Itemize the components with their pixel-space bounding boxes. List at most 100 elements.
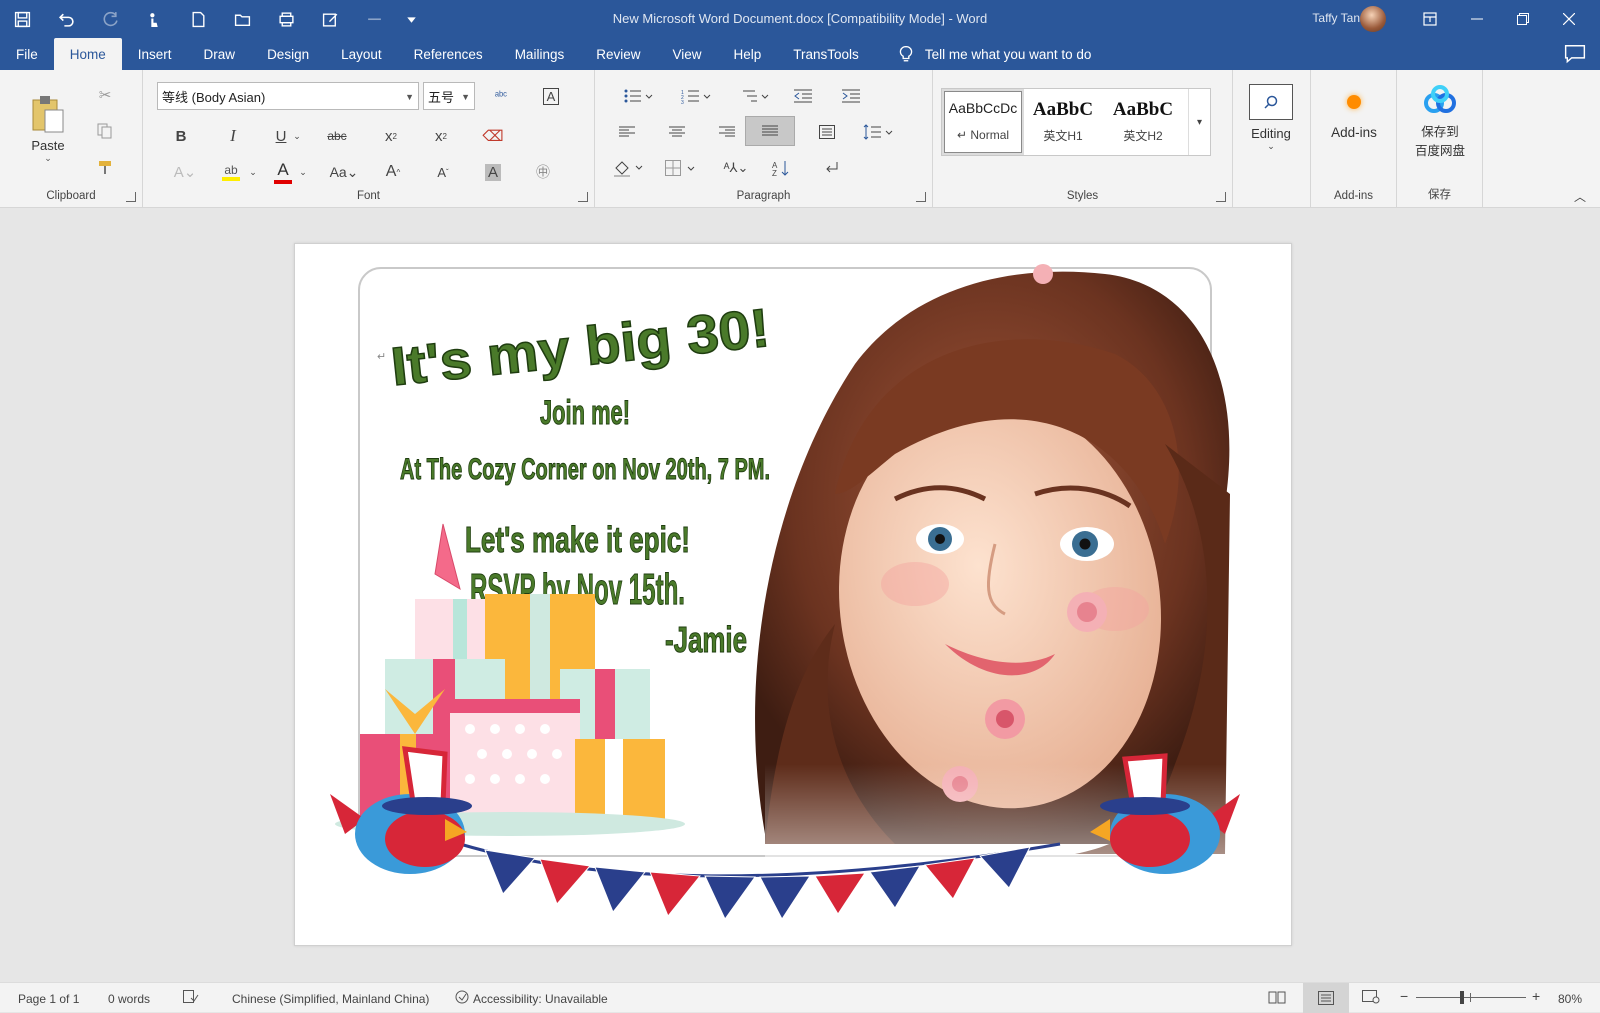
save-to-baidu-button[interactable]: 保存到 百度网盘 bbox=[1403, 82, 1477, 162]
line-epic[interactable]: Let's make it epic! bbox=[465, 519, 691, 561]
proofing-icon[interactable] bbox=[183, 990, 199, 1007]
distributed-icon[interactable] bbox=[813, 120, 841, 144]
paragraph-launcher-icon[interactable] bbox=[916, 192, 926, 202]
editing-button[interactable]: Editing ⌄ bbox=[1239, 78, 1303, 158]
paste-button[interactable]: Paste ⌄ bbox=[18, 84, 78, 174]
align-left-icon[interactable] bbox=[613, 120, 641, 144]
tab-review[interactable]: Review bbox=[580, 38, 656, 70]
minimize-icon[interactable] bbox=[1454, 0, 1500, 38]
tab-references[interactable]: References bbox=[398, 38, 499, 70]
user-name[interactable]: Taffy Tan bbox=[1312, 11, 1360, 25]
chevron-down-icon[interactable]: ⌄ bbox=[291, 128, 303, 144]
web-layout-icon[interactable] bbox=[1362, 990, 1380, 1007]
clipboard-launcher-icon[interactable] bbox=[126, 192, 136, 202]
tab-draw[interactable]: Draw bbox=[188, 38, 252, 70]
increase-indent-icon[interactable] bbox=[839, 84, 863, 108]
restore-icon[interactable] bbox=[1500, 0, 1546, 38]
style-h1[interactable]: AaBbC 英文H1 bbox=[1024, 91, 1102, 153]
character-border-icon[interactable]: A bbox=[539, 84, 563, 108]
decrease-indent-icon[interactable] bbox=[791, 84, 815, 108]
tab-layout[interactable]: Layout bbox=[325, 38, 398, 70]
font-color-icon[interactable]: A bbox=[271, 158, 295, 186]
tab-insert[interactable]: Insert bbox=[122, 38, 188, 70]
tab-file[interactable]: File bbox=[0, 38, 54, 70]
print-preview-icon[interactable] bbox=[264, 0, 308, 38]
bullets-icon[interactable] bbox=[619, 84, 657, 108]
change-case-icon[interactable]: Aa⌄ bbox=[327, 160, 361, 184]
chevron-down-icon[interactable]: ⌄ bbox=[247, 164, 259, 180]
numbering-icon[interactable]: 123 bbox=[677, 84, 715, 108]
clear-formatting-icon[interactable]: ⌫ bbox=[481, 124, 505, 148]
read-mode-icon[interactable] bbox=[1268, 990, 1286, 1007]
ribbon-display-options-icon[interactable] bbox=[1407, 0, 1453, 38]
cut-icon[interactable]: ✂ bbox=[94, 84, 116, 106]
copy-icon[interactable] bbox=[94, 120, 116, 142]
strikethrough-button[interactable]: abc bbox=[323, 124, 351, 148]
close-icon[interactable] bbox=[1546, 0, 1592, 38]
zoom-out-icon[interactable]: − bbox=[1400, 988, 1408, 1004]
redo-icon[interactable] bbox=[88, 0, 132, 38]
styles-more-icon[interactable]: ▾ bbox=[1188, 89, 1210, 155]
center-icon[interactable] bbox=[663, 120, 691, 144]
highlight-icon[interactable]: ab bbox=[219, 158, 243, 186]
tab-mailings[interactable]: Mailings bbox=[499, 38, 581, 70]
font-launcher-icon[interactable] bbox=[578, 192, 588, 202]
avatar[interactable] bbox=[1360, 6, 1386, 32]
accessibility-status[interactable]: Accessibility: Unavailable bbox=[473, 992, 608, 1006]
bullets-qat-icon[interactable] bbox=[352, 0, 396, 38]
justify-icon[interactable] bbox=[745, 116, 795, 146]
chevron-down-icon[interactable]: ⌄ bbox=[297, 164, 309, 180]
document-page[interactable]: It's my big 30! Join me! At The Cozy Cor… bbox=[294, 243, 1292, 946]
page-count[interactable]: Page 1 of 1 bbox=[18, 992, 79, 1006]
language-status[interactable]: Chinese (Simplified, Mainland China) bbox=[232, 992, 429, 1006]
shrink-font-icon[interactable]: Aˇ bbox=[431, 160, 455, 184]
borders-icon[interactable] bbox=[661, 156, 699, 180]
style-h2[interactable]: AaBbC 英文H2 bbox=[1104, 91, 1182, 153]
collapse-ribbon-icon[interactable]: ︿ bbox=[1570, 188, 1590, 204]
tab-transtools[interactable]: TransTools bbox=[777, 38, 875, 70]
grow-font-icon[interactable]: A ^ bbox=[381, 160, 405, 184]
change-case-phonetic-icon[interactable]: ᵃᵇᶜ bbox=[489, 84, 513, 108]
edit-icon[interactable] bbox=[308, 0, 352, 38]
addins-button[interactable]: Add-ins bbox=[1317, 82, 1391, 152]
new-document-icon[interactable] bbox=[176, 0, 220, 38]
tab-home[interactable]: Home bbox=[53, 38, 122, 70]
word-count[interactable]: 0 words bbox=[108, 992, 150, 1006]
style-normal[interactable]: AaBbCcDc ↵ Normal bbox=[942, 89, 1024, 155]
print-layout-icon[interactable] bbox=[1303, 983, 1349, 1013]
asian-layout-icon[interactable]: ᴬ⅄⌄ bbox=[717, 156, 755, 180]
superscript-button[interactable]: x2 bbox=[429, 124, 453, 148]
underline-button[interactable]: U bbox=[269, 124, 293, 148]
tab-view[interactable]: View bbox=[656, 38, 717, 70]
align-right-icon[interactable] bbox=[713, 120, 741, 144]
undo-icon[interactable] bbox=[44, 0, 88, 38]
font-name-select[interactable]: 等线 (Body Asian) ▼ bbox=[157, 82, 419, 110]
subscript-button[interactable]: x2 bbox=[379, 124, 403, 148]
styles-launcher-icon[interactable] bbox=[1216, 192, 1226, 202]
text-effects-icon[interactable]: A⌄ bbox=[169, 160, 201, 184]
customize-qat-icon[interactable] bbox=[396, 0, 426, 38]
bold-button[interactable]: B bbox=[169, 124, 193, 148]
touch-mode-icon[interactable] bbox=[132, 0, 176, 38]
italic-button[interactable]: I bbox=[221, 124, 245, 148]
zoom-in-icon[interactable]: + bbox=[1532, 988, 1540, 1004]
enclose-characters-icon[interactable]: ㊥ bbox=[531, 160, 555, 184]
sort-icon[interactable]: AZ bbox=[769, 156, 793, 180]
character-shading-icon[interactable]: A bbox=[481, 160, 505, 184]
zoom-level[interactable]: 80% bbox=[1558, 992, 1582, 1006]
line-join[interactable]: Join me! bbox=[540, 394, 631, 433]
tab-design[interactable]: Design bbox=[251, 38, 325, 70]
comments-icon[interactable] bbox=[1564, 44, 1586, 64]
line-venue[interactable]: At The Cozy Corner on Nov 20th, 7 PM. bbox=[400, 453, 771, 487]
tell-me-search[interactable]: Tell me what you want to do bbox=[897, 38, 1091, 70]
zoom-slider[interactable] bbox=[1416, 983, 1526, 1013]
open-folder-icon[interactable] bbox=[220, 0, 264, 38]
font-size-select[interactable]: 五号 ▼ bbox=[423, 82, 475, 110]
line-spacing-icon[interactable] bbox=[859, 120, 897, 144]
format-painter-icon[interactable] bbox=[94, 156, 116, 178]
tab-help[interactable]: Help bbox=[718, 38, 778, 70]
multilevel-list-icon[interactable] bbox=[735, 84, 773, 108]
paragraph-marks-icon[interactable] bbox=[819, 156, 843, 180]
signature[interactable]: -Jamie bbox=[665, 619, 748, 661]
save-icon[interactable] bbox=[0, 0, 44, 38]
